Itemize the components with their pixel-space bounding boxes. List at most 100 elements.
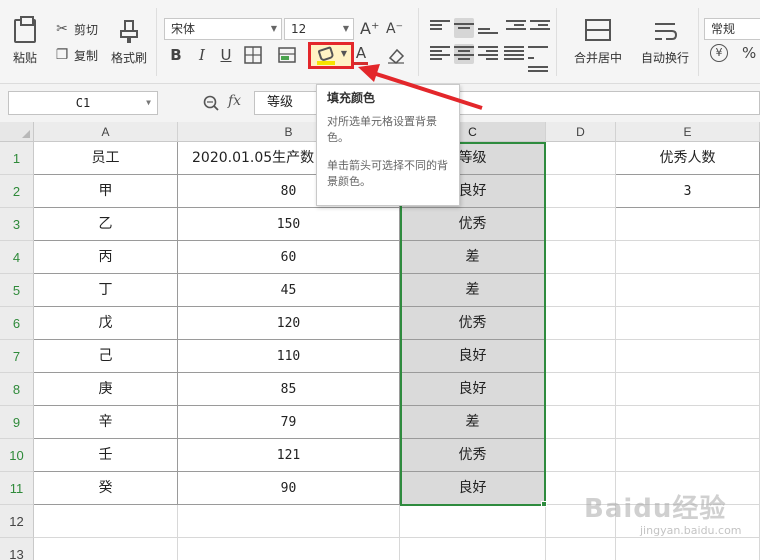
cell-b8[interactable]: 85	[178, 373, 400, 406]
cell-b11[interactable]: 90	[178, 472, 400, 505]
cell-d5[interactable]	[546, 274, 616, 307]
align-middle-button[interactable]	[454, 18, 474, 38]
cell-a10[interactable]: 壬	[34, 439, 178, 472]
cell-d1[interactable]	[546, 142, 616, 175]
cell-b6[interactable]: 120	[178, 307, 400, 340]
cell-e2[interactable]: 3	[616, 175, 760, 208]
cell-a5[interactable]: 丁	[34, 274, 178, 307]
cell-b9[interactable]: 79	[178, 406, 400, 439]
cell-c4[interactable]: 差	[400, 241, 546, 274]
column-header-d[interactable]: D	[546, 122, 616, 142]
row-header-5[interactable]: 5	[0, 274, 34, 307]
cell-a2[interactable]: 甲	[34, 175, 178, 208]
row-header-12[interactable]: 12	[0, 505, 34, 538]
cell-e10[interactable]	[616, 439, 760, 472]
bold-button[interactable]: B	[166, 44, 186, 66]
italic-button[interactable]: I	[192, 44, 212, 66]
cell-a11[interactable]: 癸	[34, 472, 178, 505]
fill-color-button[interactable]: ▼	[308, 42, 354, 69]
cell-c7[interactable]: 良好	[400, 340, 546, 373]
cell-e7[interactable]	[616, 340, 760, 373]
row-header-7[interactable]: 7	[0, 340, 34, 373]
cell-c5[interactable]: 差	[400, 274, 546, 307]
cell-b7[interactable]: 110	[178, 340, 400, 373]
wrap-text-button[interactable]: 自动换行	[636, 14, 694, 70]
cell-d10[interactable]	[546, 439, 616, 472]
cell-a12[interactable]	[34, 505, 178, 538]
cell-b4[interactable]: 60	[178, 241, 400, 274]
function-icon[interactable]: fx	[228, 93, 241, 109]
chevron-down-icon[interactable]: ▼	[341, 49, 347, 58]
cell-e8[interactable]	[616, 373, 760, 406]
justify-button[interactable]	[504, 44, 524, 64]
cell-d9[interactable]	[546, 406, 616, 439]
cell-e6[interactable]	[616, 307, 760, 340]
cell-b10[interactable]: 121	[178, 439, 400, 472]
row-header-4[interactable]: 4	[0, 241, 34, 274]
shrink-font-button[interactable]: A⁻	[386, 18, 403, 40]
cell-c9[interactable]: 差	[400, 406, 546, 439]
cell-e1[interactable]: 优秀人数	[616, 142, 760, 175]
underline-button[interactable]: U	[216, 44, 236, 66]
cell-e4[interactable]	[616, 241, 760, 274]
cell-d7[interactable]	[546, 340, 616, 373]
paste-button[interactable]: 粘贴	[4, 14, 46, 70]
grow-font-button[interactable]: A⁺	[360, 18, 379, 40]
align-right-button[interactable]	[478, 44, 498, 64]
cell-e3[interactable]	[616, 208, 760, 241]
percent-button[interactable]: %	[742, 44, 756, 62]
font-color-button[interactable]: A	[352, 44, 370, 66]
font-name-select[interactable]: 宋体 ▼	[164, 18, 282, 40]
row-header-1[interactable]: 1	[0, 142, 34, 175]
row-header-9[interactable]: 9	[0, 406, 34, 439]
cell-a1[interactable]: 员工	[34, 142, 178, 175]
fill-handle[interactable]	[541, 501, 547, 507]
increase-indent-button[interactable]	[530, 18, 550, 38]
borders-icon[interactable]	[244, 46, 262, 64]
cell-style-icon[interactable]	[278, 46, 296, 64]
cell-d3[interactable]	[546, 208, 616, 241]
cell-a6[interactable]: 戊	[34, 307, 178, 340]
column-header-e[interactable]: E	[616, 122, 760, 142]
select-all-corner[interactable]	[0, 122, 34, 142]
cell-d13[interactable]	[546, 538, 616, 560]
number-format-select[interactable]: 常规	[704, 18, 760, 40]
cell-c10[interactable]: 优秀	[400, 439, 546, 472]
align-center-button[interactable]	[454, 44, 474, 64]
row-header-8[interactable]: 8	[0, 373, 34, 406]
copy-button[interactable]: ❐ 复制	[54, 44, 98, 66]
cell-d2[interactable]	[546, 175, 616, 208]
cell-a13[interactable]	[34, 538, 178, 560]
merge-center-button[interactable]: 合并居中	[566, 14, 630, 70]
font-size-select[interactable]: 12 ▼	[284, 18, 354, 40]
align-left-button[interactable]	[430, 44, 450, 64]
cell-e9[interactable]	[616, 406, 760, 439]
currency-button[interactable]: ¥	[710, 44, 728, 62]
distributed-align-button[interactable]	[528, 44, 548, 72]
cell-d8[interactable]	[546, 373, 616, 406]
cell-c8[interactable]: 良好	[400, 373, 546, 406]
zoom-icon[interactable]	[202, 94, 220, 112]
align-top-button[interactable]	[430, 18, 450, 38]
cell-d6[interactable]	[546, 307, 616, 340]
row-header-3[interactable]: 3	[0, 208, 34, 241]
cell-b13[interactable]	[178, 538, 400, 560]
column-header-a[interactable]: A	[34, 122, 178, 142]
cell-a7[interactable]: 己	[34, 340, 178, 373]
cell-a8[interactable]: 庚	[34, 373, 178, 406]
format-painter-button[interactable]: 格式刷	[106, 14, 152, 70]
eraser-icon[interactable]	[386, 46, 406, 64]
cell-c12[interactable]	[400, 505, 546, 538]
cell-e5[interactable]	[616, 274, 760, 307]
cut-button[interactable]: ✂ 剪切	[54, 18, 98, 40]
cell-a4[interactable]: 丙	[34, 241, 178, 274]
cell-b12[interactable]	[178, 505, 400, 538]
cell-c13[interactable]	[400, 538, 546, 560]
cell-c6[interactable]: 优秀	[400, 307, 546, 340]
row-header-13[interactable]: 13	[0, 538, 34, 560]
cell-a9[interactable]: 辛	[34, 406, 178, 439]
name-box[interactable]: C1 ▼	[8, 91, 158, 115]
decrease-indent-button[interactable]	[506, 18, 526, 38]
cell-e13[interactable]	[616, 538, 760, 560]
cell-d4[interactable]	[546, 241, 616, 274]
